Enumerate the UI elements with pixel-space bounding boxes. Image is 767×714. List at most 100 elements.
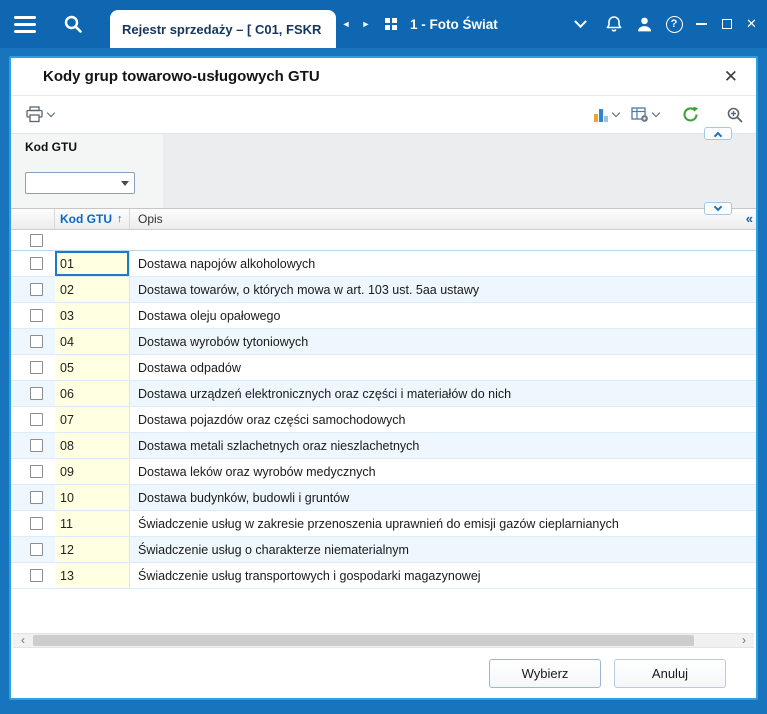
table-row[interactable]: 01 Dostawa napojów alkoholowych	[11, 251, 756, 277]
cell-kod-gtu[interactable]: 04	[55, 329, 130, 354]
notifications-button[interactable]	[599, 0, 629, 48]
cell-opis[interactable]: Świadczenie usług transportowych i gospo…	[130, 563, 756, 588]
row-checkbox[interactable]	[30, 387, 43, 400]
column-kod-label: Kod GTU	[60, 212, 112, 226]
row-checkbox[interactable]	[30, 413, 43, 426]
horizontal-scrollbar[interactable]: ‹ ›	[13, 633, 754, 648]
chart-button[interactable]	[593, 107, 621, 123]
menu-button[interactable]	[0, 0, 50, 48]
row-checkbox[interactable]	[30, 283, 43, 296]
select-all-checkbox[interactable]	[30, 233, 43, 247]
column-opis[interactable]: Opis	[130, 209, 756, 229]
row-checkbox[interactable]	[30, 309, 43, 322]
search-icon	[64, 15, 82, 33]
cell-opis[interactable]: Dostawa budynków, budowli i gruntów	[130, 485, 756, 510]
table-row[interactable]: 11 Świadczenie usług w zakresie przenosz…	[11, 511, 756, 537]
printer-icon	[26, 106, 43, 123]
table-row[interactable]: 04 Dostawa wyrobów tytoniowych	[11, 329, 756, 355]
select-button[interactable]: Wybierz	[489, 658, 601, 688]
window-close-button[interactable]: ✕	[739, 0, 764, 48]
cell-opis[interactable]: Dostawa leków oraz wyrobów medycznych	[130, 459, 756, 484]
cell-opis[interactable]: Dostawa oleju opałowego	[130, 303, 756, 328]
cell-kod-gtu[interactable]: 12	[55, 537, 130, 562]
cell-opis[interactable]: Dostawa towarów, o których mowa w art. 1…	[130, 277, 756, 302]
company-chevron-down-icon[interactable]	[574, 14, 587, 28]
bar-chart-icon	[594, 108, 608, 122]
collapse-filter-button[interactable]	[704, 127, 732, 140]
cell-kod-gtu[interactable]: 07	[55, 407, 130, 432]
table-row[interactable]: 09 Dostawa leków oraz wyrobów medycznych	[11, 459, 756, 485]
cell-opis[interactable]: Dostawa pojazdów oraz części samochodowy…	[130, 407, 756, 432]
row-checkbox[interactable]	[30, 465, 43, 478]
scroll-right-button[interactable]: ›	[736, 634, 752, 647]
table-row[interactable]: 06 Dostawa urządzeń elektronicznych oraz…	[11, 381, 756, 407]
row-checkbox[interactable]	[30, 439, 43, 452]
cell-opis[interactable]: Dostawa metali szlachetnych oraz nieszla…	[130, 433, 756, 458]
cell-kod-gtu[interactable]: 06	[55, 381, 130, 406]
scroll-left-button[interactable]: ‹	[15, 634, 31, 647]
cell-kod-gtu[interactable]: 09	[55, 459, 130, 484]
row-checkbox[interactable]	[30, 543, 43, 556]
grid-settings-chevron-down-icon	[651, 108, 661, 118]
table-row[interactable]: 10 Dostawa budynków, budowli i gruntów	[11, 485, 756, 511]
row-checkbox-cell	[11, 355, 55, 380]
cancel-button[interactable]: Anuluj	[614, 658, 726, 688]
tab-rejestr-sprzedazy[interactable]: Rejestr sprzedaży – [ C01, FSKR	[110, 10, 336, 48]
table-row[interactable]: 02 Dostawa towarów, o których mowa w art…	[11, 277, 756, 303]
table-row[interactable]: 13 Świadczenie usług transportowych i go…	[11, 563, 756, 589]
row-checkbox[interactable]	[30, 335, 43, 348]
cell-opis[interactable]: Świadczenie usług o charakterze niemater…	[130, 537, 756, 562]
gtu-filter-select[interactable]	[25, 172, 135, 194]
dialog-title: Kody grup towarowo-usługowych GTU	[43, 68, 320, 85]
table-row[interactable]: 12 Świadczenie usług o charakterze niema…	[11, 537, 756, 563]
dialog-close-button[interactable]: ✕	[724, 68, 738, 85]
tab-scroll-left-button[interactable]: ◄	[336, 0, 356, 48]
cell-kod-gtu[interactable]: 11	[55, 511, 130, 536]
search-button[interactable]	[50, 0, 96, 48]
table-row[interactable]: 05 Dostawa odpadów	[11, 355, 756, 381]
cell-kod-gtu[interactable]: 05	[55, 355, 130, 380]
grid-settings-button[interactable]	[631, 106, 661, 123]
row-checkbox-cell	[11, 277, 55, 302]
row-checkbox[interactable]	[30, 491, 43, 504]
table-row[interactable]: 07 Dostawa pojazdów oraz części samochod…	[11, 407, 756, 433]
column-checkbox	[11, 209, 55, 229]
combo-chevron-down-icon[interactable]	[116, 173, 134, 193]
cell-opis[interactable]: Dostawa odpadów	[130, 355, 756, 380]
refresh-button[interactable]	[681, 105, 700, 124]
cell-opis[interactable]: Dostawa napojów alkoholowych	[130, 251, 756, 276]
column-kod-gtu[interactable]: Kod GTU ↑	[55, 209, 130, 229]
tab-scroll-right-button[interactable]: ►	[356, 0, 376, 48]
row-checkbox[interactable]	[30, 257, 43, 270]
table-row[interactable]: 08 Dostawa metali szlachetnych oraz nies…	[11, 433, 756, 459]
expand-filter-button[interactable]	[704, 202, 732, 215]
row-checkbox[interactable]	[30, 569, 43, 582]
help-button[interactable]: ?	[659, 0, 689, 48]
bell-icon	[606, 16, 622, 32]
collapse-side-panel-button[interactable]: «	[746, 211, 753, 226]
row-checkbox[interactable]	[30, 517, 43, 530]
apps-grid-icon[interactable]	[376, 0, 406, 48]
print-button[interactable]	[25, 106, 56, 123]
titlebar: Rejestr sprzedaży – [ C01, FSKR ◄ ► 1 - …	[0, 0, 767, 48]
zoom-search-button[interactable]	[726, 106, 744, 124]
cell-opis[interactable]: Dostawa urządzeń elektronicznych oraz cz…	[130, 381, 756, 406]
minimize-button[interactable]	[689, 0, 714, 48]
maximize-button[interactable]	[714, 0, 739, 48]
cell-kod-gtu[interactable]: 03	[55, 303, 130, 328]
table-row[interactable]: 03 Dostawa oleju opałowego	[11, 303, 756, 329]
scrollbar-thumb[interactable]	[33, 635, 694, 646]
user-button[interactable]	[629, 0, 659, 48]
cell-kod-gtu[interactable]: 02	[55, 277, 130, 302]
app-content-frame: Kody grup towarowo-usługowych GTU ✕ Kod …	[0, 48, 767, 714]
cell-kod-gtu[interactable]: 13	[55, 563, 130, 588]
cell-opis[interactable]: Świadczenie usług w zakresie przenoszeni…	[130, 511, 756, 536]
select-all-row	[11, 230, 756, 251]
gtu-codes-dialog: Kody grup towarowo-usługowych GTU ✕ Kod …	[9, 56, 758, 700]
cell-opis[interactable]: Dostawa wyrobów tytoniowych	[130, 329, 756, 354]
row-checkbox-cell	[11, 303, 55, 328]
row-checkbox[interactable]	[30, 361, 43, 374]
cell-kod-gtu[interactable]: 08	[55, 433, 130, 458]
cell-kod-gtu[interactable]: 10	[55, 485, 130, 510]
cell-kod-gtu[interactable]: 01	[55, 251, 130, 276]
